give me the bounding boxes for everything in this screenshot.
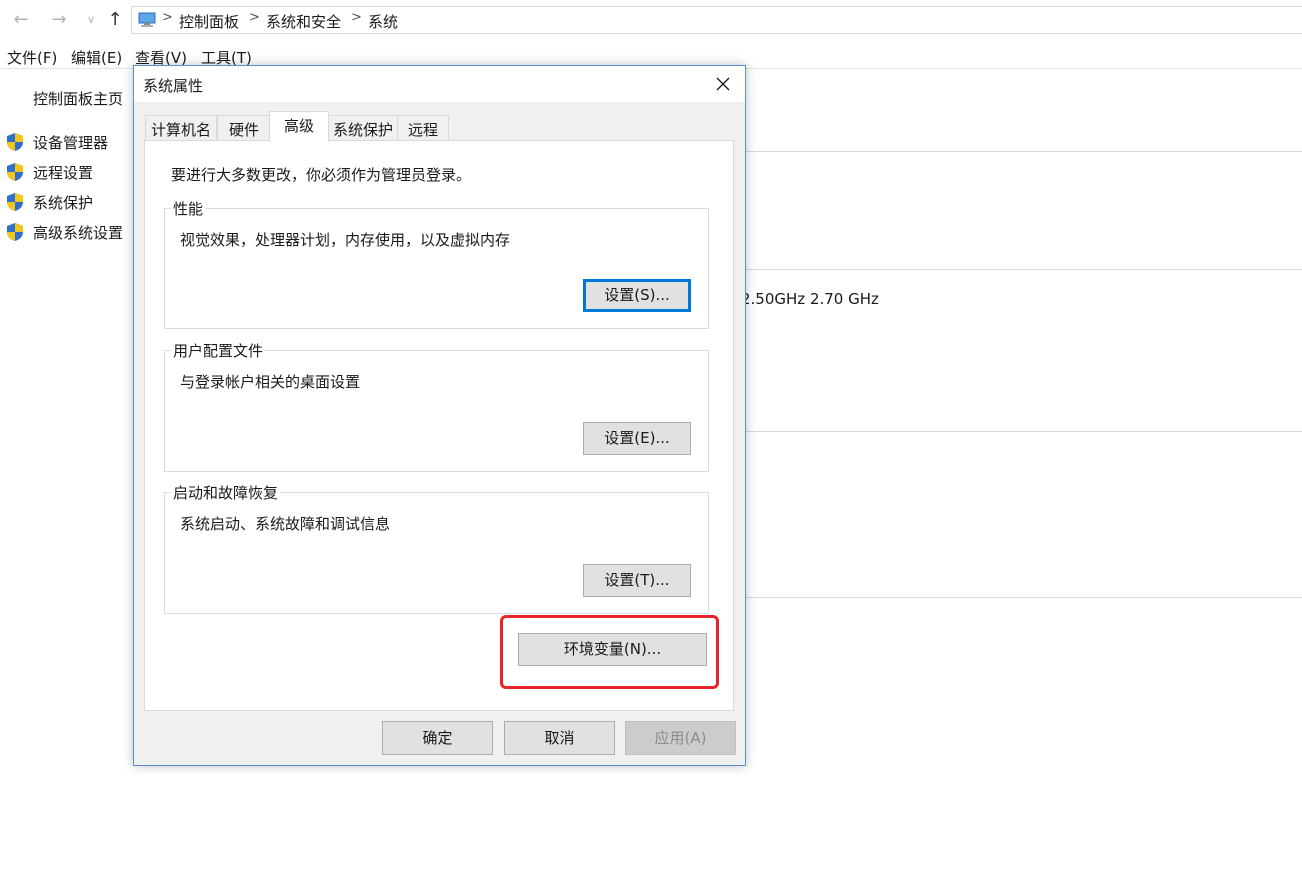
apply-button[interactable]: 应用(A) <box>625 721 736 755</box>
cancel-button[interactable]: 取消 <box>504 721 615 755</box>
performance-description: 视觉效果，处理器计划，内存使用，以及虚拟内存 <box>180 231 511 249</box>
startup-recovery-group: 启动和故障恢复 系统启动、系统故障和调试信息 设置(T)... <box>164 482 709 614</box>
section-divider <box>745 269 1302 270</box>
address-bar[interactable]: > 控制面板 > 系统和安全 > 系统 <box>131 6 1302 34</box>
breadcrumb-separator: > <box>162 10 173 25</box>
sidebar-item-label: 远程设置 <box>33 164 94 182</box>
tab-system-protection[interactable]: 系统保护 <box>328 115 398 141</box>
sidebar-item-label: 设备管理器 <box>33 134 109 152</box>
section-divider <box>745 597 1302 598</box>
sidebar-home-link[interactable]: 控制面板主页 <box>33 88 123 109</box>
breadcrumb-separator: > <box>351 10 362 25</box>
user-profiles-group-label: 用户配置文件 <box>171 340 266 361</box>
sidebar-item-label: 高级系统设置 <box>33 224 124 242</box>
tab-computer-name[interactable]: 计算机名 <box>145 115 217 141</box>
breadcrumb-item-system-security[interactable]: 系统和安全 <box>266 11 341 32</box>
section-divider <box>745 431 1302 432</box>
menu-file[interactable]: 文件(F) <box>7 47 57 68</box>
breadcrumb-item-control-panel[interactable]: 控制面板 <box>179 11 239 32</box>
recent-locations-chevron-icon[interactable]: ∨ <box>80 9 102 31</box>
uac-shield-icon <box>7 223 23 241</box>
back-arrow-icon[interactable]: ← <box>10 9 32 31</box>
startup-recovery-description: 系统启动、系统故障和调试信息 <box>180 515 391 533</box>
user-profiles-description: 与登录帐户相关的桌面设置 <box>180 373 361 391</box>
breadcrumb-item-system[interactable]: 系统 <box>368 11 398 32</box>
user-profiles-settings-button[interactable]: 设置(E)... <box>583 422 691 455</box>
menu-edit[interactable]: 编辑(E) <box>71 47 122 68</box>
dialog-title: 系统属性 <box>143 77 204 95</box>
close-button[interactable] <box>701 66 745 102</box>
annotation-highlight-box <box>500 615 719 689</box>
uac-shield-icon <box>7 163 23 181</box>
ok-button[interactable]: 确定 <box>382 721 493 755</box>
processor-speed-value: 2.50GHz 2.70 GHz <box>741 290 879 308</box>
breadcrumb-separator: > <box>249 10 260 25</box>
user-profiles-group: 用户配置文件 与登录帐户相关的桌面设置 设置(E)... <box>164 340 709 472</box>
sidebar-item-label: 系统保护 <box>33 194 94 212</box>
close-icon <box>716 77 730 91</box>
tab-remote[interactable]: 远程 <box>397 115 449 141</box>
admin-note: 要进行大多数更改，你必须作为管理员登录。 <box>171 166 472 184</box>
tab-hardware[interactable]: 硬件 <box>217 115 271 141</box>
section-divider <box>745 151 1302 152</box>
performance-group-label: 性能 <box>171 198 206 219</box>
address-row: ← → ∨ ↑ > 控制面板 > 系统和安全 > 系统 <box>0 0 1302 40</box>
performance-settings-button[interactable]: 设置(S)... <box>583 279 691 312</box>
uac-shield-icon <box>7 193 23 211</box>
uac-shield-icon <box>7 133 23 151</box>
tab-advanced[interactable]: 高级 <box>269 111 329 142</box>
startup-recovery-settings-button[interactable]: 设置(T)... <box>583 564 691 597</box>
startup-recovery-group-label: 启动和故障恢复 <box>171 482 281 503</box>
forward-arrow-icon[interactable]: → <box>48 9 70 31</box>
computer-icon <box>138 12 156 27</box>
up-arrow-icon[interactable]: ↑ <box>104 9 126 31</box>
performance-group: 性能 视觉效果，处理器计划，内存使用，以及虚拟内存 设置(S)... <box>164 198 709 329</box>
dialog-titlebar[interactable]: 系统属性 <box>134 66 745 102</box>
